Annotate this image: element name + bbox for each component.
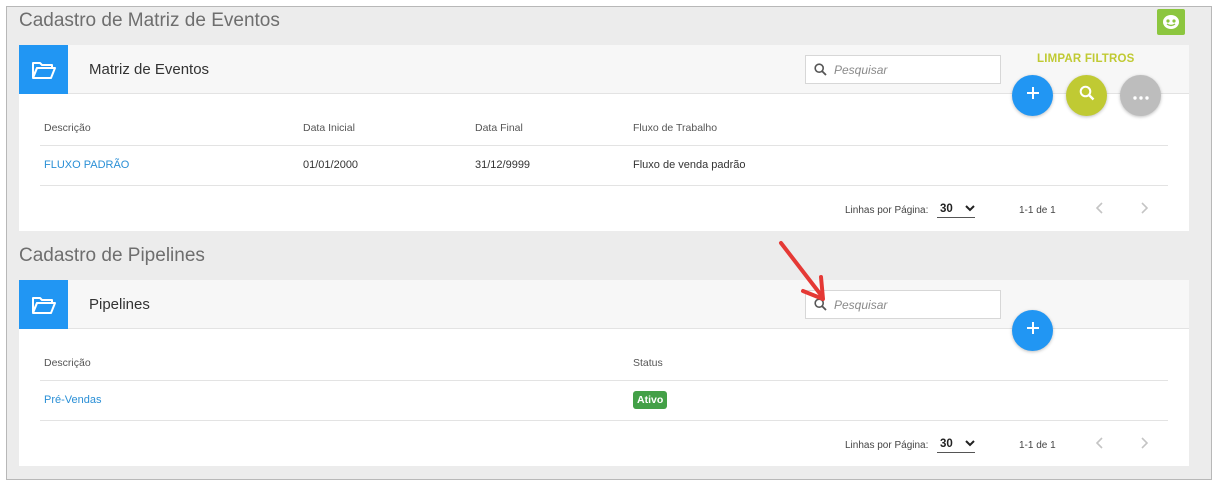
search-icon: [1079, 85, 1095, 106]
rows-per-page-label: Linhas por Página:: [845, 440, 929, 451]
plus-icon: [1026, 86, 1040, 105]
prev-page-button[interactable]: [1091, 200, 1109, 218]
cell-fluxo: Fluxo de venda padrão: [629, 145, 1168, 186]
search-filter-button[interactable]: [1066, 75, 1107, 116]
clear-filters-link[interactable]: LIMPAR FILTROS: [1037, 53, 1135, 65]
table-header-row: Descrição Status: [40, 346, 1168, 381]
rows-per-page-value: 30: [940, 437, 953, 450]
row-link-descricao[interactable]: FLUXO PADRÃO: [44, 159, 129, 171]
section-title-matriz: Cadastro de Matriz de Eventos: [19, 10, 280, 31]
plus-icon: [1026, 321, 1040, 340]
matriz-card: Matriz de Eventos LIMPAR FILTROS: [19, 45, 1189, 231]
search-icon: [806, 56, 834, 83]
matriz-pagination: Linhas por Página: 30 1-1 de 1: [19, 196, 1189, 226]
matriz-table: Descrição Data Inicial Data Final Fluxo …: [40, 111, 1168, 186]
pipelines-card-title: Pipelines: [89, 296, 150, 313]
pipelines-pagination: Linhas por Página: 30 1-1 de 1: [19, 431, 1189, 461]
folder-open-icon: [19, 280, 68, 329]
section-title-pipelines: Cadastro de Pipelines: [19, 245, 205, 266]
chevron-left-icon: [1095, 201, 1104, 217]
rows-per-page-value: 30: [940, 202, 953, 215]
chevron-left-icon: [1095, 436, 1104, 452]
more-options-button[interactable]: [1120, 75, 1161, 116]
column-header-data-inicial[interactable]: Data Inicial: [299, 111, 471, 146]
column-header-descricao[interactable]: Descrição: [40, 111, 299, 146]
prev-page-button[interactable]: [1091, 435, 1109, 453]
table-header-row: Descrição Data Inicial Data Final Fluxo …: [40, 111, 1168, 146]
pagination-range: 1-1 de 1: [1019, 440, 1056, 451]
chevron-right-icon: [1140, 436, 1149, 452]
table-row[interactable]: Pré-Vendas Ativo: [40, 380, 1168, 421]
rows-per-page-select[interactable]: 30: [937, 200, 975, 218]
folder-open-icon: [19, 45, 68, 94]
pipelines-table: Descrição Status Pré-Vendas Ativo: [40, 346, 1168, 421]
column-header-data-final[interactable]: Data Final: [471, 111, 629, 146]
row-link-descricao[interactable]: Pré-Vendas: [44, 394, 101, 406]
add-pipeline-button[interactable]: [1012, 310, 1053, 351]
more-horizontal-icon: [1132, 87, 1149, 105]
chevron-right-icon: [1140, 201, 1149, 217]
rows-per-page-select[interactable]: 30: [937, 435, 975, 453]
pagination-range: 1-1 de 1: [1019, 205, 1056, 216]
rows-per-page-label: Linhas por Página:: [845, 205, 929, 216]
column-header-status[interactable]: Status: [629, 346, 1168, 381]
pipelines-search-input[interactable]: [834, 297, 994, 312]
matriz-search-box[interactable]: [805, 55, 1001, 84]
pipelines-card: Pipelines Descrição Status: [19, 280, 1189, 466]
cell-data-inicial: 01/01/2000: [299, 145, 471, 186]
table-row[interactable]: FLUXO PADRÃO 01/01/2000 31/12/9999 Fluxo…: [40, 145, 1168, 186]
column-header-fluxo[interactable]: Fluxo de Trabalho: [629, 111, 1168, 146]
annotation-arrow-icon: [779, 241, 825, 301]
matriz-search-input[interactable]: [834, 62, 994, 77]
next-page-button[interactable]: [1135, 200, 1153, 218]
cell-data-final: 31/12/9999: [471, 145, 629, 186]
next-page-button[interactable]: [1135, 435, 1153, 453]
column-header-descricao[interactable]: Descrição: [40, 346, 629, 381]
app-frame: Cadastro de Matriz de Eventos Matriz de …: [6, 6, 1212, 480]
add-matriz-button[interactable]: [1012, 75, 1053, 116]
chevron-down-icon: [965, 438, 975, 450]
status-badge: Ativo: [633, 391, 668, 409]
chevron-down-icon: [965, 203, 975, 215]
helper-face-icon[interactable]: [1157, 9, 1185, 35]
matriz-card-title: Matriz de Eventos: [89, 61, 210, 78]
